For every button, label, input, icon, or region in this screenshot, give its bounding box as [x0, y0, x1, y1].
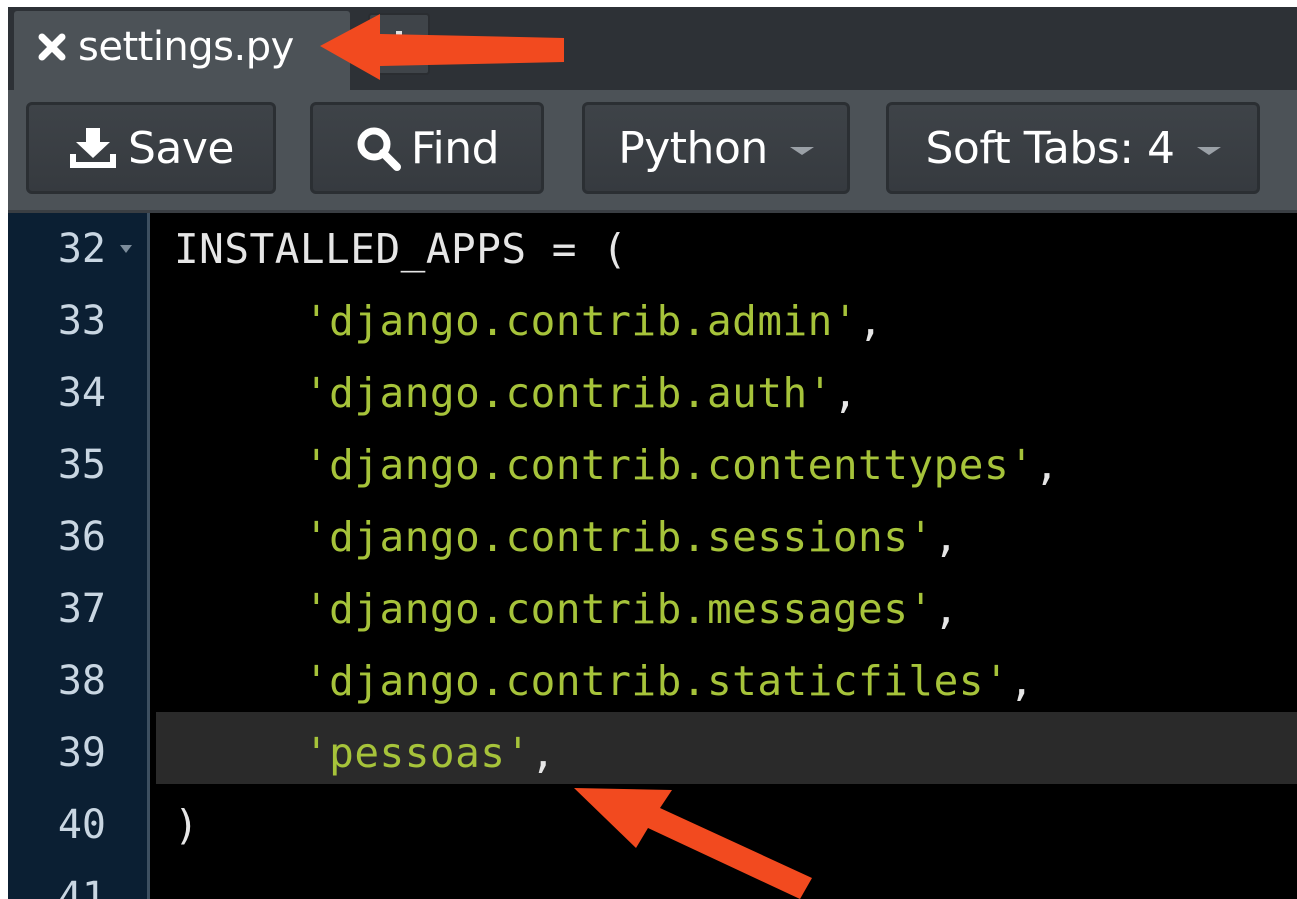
line-number: 34: [57, 370, 106, 416]
line-number: 37: [57, 586, 106, 632]
code-line[interactable]: 38 'django.contrib.staticfiles',: [8, 645, 1297, 717]
line-number: 38: [57, 658, 106, 704]
language-dropdown[interactable]: Python: [582, 102, 850, 194]
string-literal: 'django.contrib.sessions': [304, 513, 934, 561]
code-line[interactable]: 36 'django.contrib.sessions',: [8, 501, 1297, 573]
code-line[interactable]: 32 INSTALLED_APPS = (: [8, 213, 1297, 285]
editor-window: settings.py Save Find Python Soft Tabs: …: [8, 7, 1297, 899]
string-literal: 'pessoas': [304, 729, 531, 777]
line-number: 39: [57, 730, 106, 776]
code-line[interactable]: 39 'pessoas',: [8, 717, 1297, 789]
find-label: Find: [410, 122, 500, 174]
string-literal: 'django.contrib.messages': [304, 585, 934, 633]
code-editor[interactable]: 32 INSTALLED_APPS = ( 33 'django.contrib…: [8, 213, 1297, 899]
save-label: Save: [127, 122, 235, 174]
code-text: 'django.contrib.auth',: [304, 369, 859, 417]
code-line[interactable]: 41: [8, 861, 1297, 899]
code-text: INSTALLED_APPS = (: [174, 225, 628, 273]
line-number: 41: [57, 874, 106, 899]
code-text: 'django.contrib.sessions',: [304, 513, 959, 561]
string-literal: 'django.contrib.auth': [304, 369, 833, 417]
code-text: 'django.contrib.messages',: [304, 585, 959, 633]
string-literal: 'django.contrib.contenttypes': [304, 441, 1035, 489]
toolbar: Save Find Python Soft Tabs: 4: [8, 90, 1297, 213]
code-text: ): [174, 801, 200, 849]
download-icon: [69, 128, 116, 168]
chevron-down-icon: [1196, 147, 1221, 155]
line-number: 40: [57, 802, 106, 848]
code-line[interactable]: 33 'django.contrib.admin',: [8, 285, 1297, 357]
code-line[interactable]: 35 'django.contrib.contenttypes',: [8, 429, 1297, 501]
code-line[interactable]: 34 'django.contrib.auth',: [8, 357, 1297, 429]
close-icon[interactable]: [38, 33, 66, 61]
code-line[interactable]: 40 ): [8, 789, 1297, 861]
string-literal: 'django.contrib.staticfiles': [304, 657, 1010, 705]
chevron-down-icon: [789, 147, 814, 155]
soft-tabs-dropdown[interactable]: Soft Tabs: 4: [886, 102, 1260, 194]
new-tab-button[interactable]: [368, 13, 430, 75]
line-number: 32: [57, 226, 106, 272]
soft-tabs-label: Soft Tabs: 4: [925, 122, 1175, 174]
code-text: 'django.contrib.admin',: [304, 297, 884, 345]
line-number: 35: [57, 442, 106, 488]
line-number: 36: [57, 514, 106, 560]
code-text: 'django.contrib.contenttypes',: [304, 441, 1060, 489]
code-line[interactable]: 37 'django.contrib.messages',: [8, 573, 1297, 645]
code-text: 'pessoas',: [304, 729, 556, 777]
find-button[interactable]: Find: [310, 102, 544, 194]
fold-arrow-icon[interactable]: [120, 245, 132, 253]
code-text: 'django.contrib.staticfiles',: [304, 657, 1035, 705]
language-label: Python: [618, 122, 768, 174]
line-number: 33: [57, 298, 106, 344]
plus-icon: [390, 31, 408, 57]
string-literal: 'django.contrib.admin': [304, 297, 859, 345]
tab-settings-py[interactable]: settings.py: [14, 11, 350, 90]
save-button[interactable]: Save: [26, 102, 276, 194]
search-icon: [357, 127, 401, 171]
tab-filename: settings.py: [78, 23, 294, 70]
tab-bar: settings.py: [8, 7, 1297, 90]
